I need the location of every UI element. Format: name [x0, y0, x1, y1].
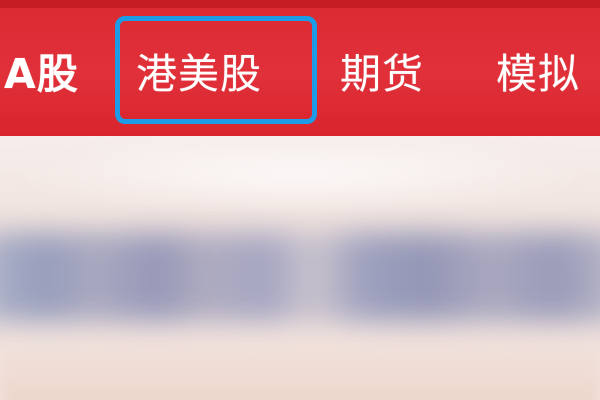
blurred-lower-area: [0, 336, 600, 400]
app-screen: A股 港美股 期货 模拟: [0, 0, 600, 400]
tab-futures[interactable]: 期货: [340, 44, 424, 104]
tab-hk-us-stocks[interactable]: 港美股: [136, 44, 262, 104]
blurred-content-area: [0, 136, 600, 400]
blurred-text-row: [0, 232, 600, 322]
tab-a-shares[interactable]: A股: [4, 44, 79, 104]
blurred-banner-glow: [0, 146, 600, 216]
market-tab-bar: A股 港美股 期货 模拟: [0, 0, 600, 136]
tab-simulation[interactable]: 模拟: [496, 44, 580, 104]
